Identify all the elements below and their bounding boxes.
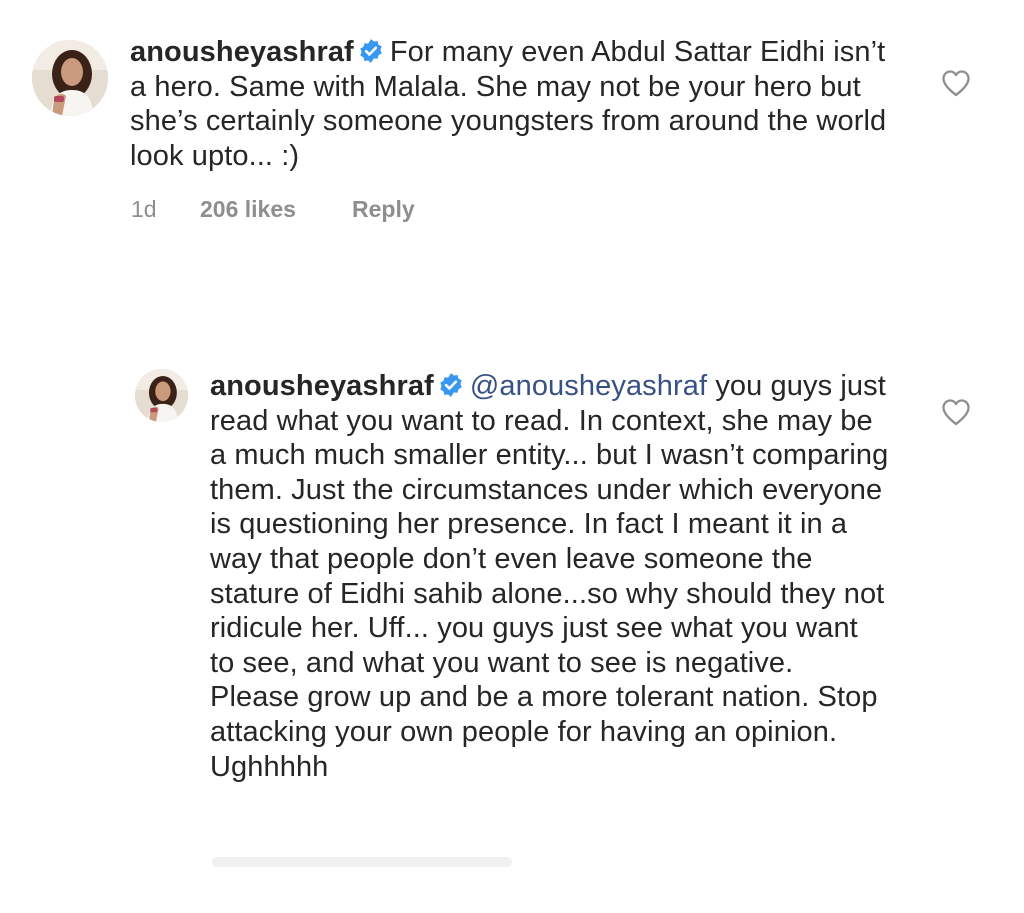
comment-text-block: anousheyashraf For many even Abdul Sattar… — [130, 35, 890, 173]
heart-outline-icon[interactable] — [941, 69, 971, 97]
profile-photo — [32, 40, 108, 116]
comment-likes[interactable]: 206 likes — [200, 196, 296, 223]
avatar[interactable] — [135, 369, 188, 422]
verified-badge-icon — [358, 38, 384, 64]
verified-badge-icon — [438, 372, 464, 398]
comment-body: you guys just read what you want to read… — [210, 370, 889, 783]
comment-username[interactable]: anousheyashraf — [210, 370, 434, 402]
reply-button[interactable]: Reply — [352, 196, 415, 223]
comment-time[interactable]: 1d — [131, 196, 157, 223]
heart-outline-icon[interactable] — [941, 398, 971, 426]
avatar[interactable] — [32, 40, 108, 116]
mention-link[interactable]: @anousheyashraf — [470, 370, 707, 402]
comment-meta: 1d 206 likes Reply — [131, 196, 531, 226]
cropped-meta-row — [212, 857, 512, 867]
profile-photo — [135, 369, 188, 422]
comment-text-block: anousheyashraf @anousheyashraf you guys j… — [210, 369, 890, 784]
comment-username[interactable]: anousheyashraf — [130, 36, 354, 68]
